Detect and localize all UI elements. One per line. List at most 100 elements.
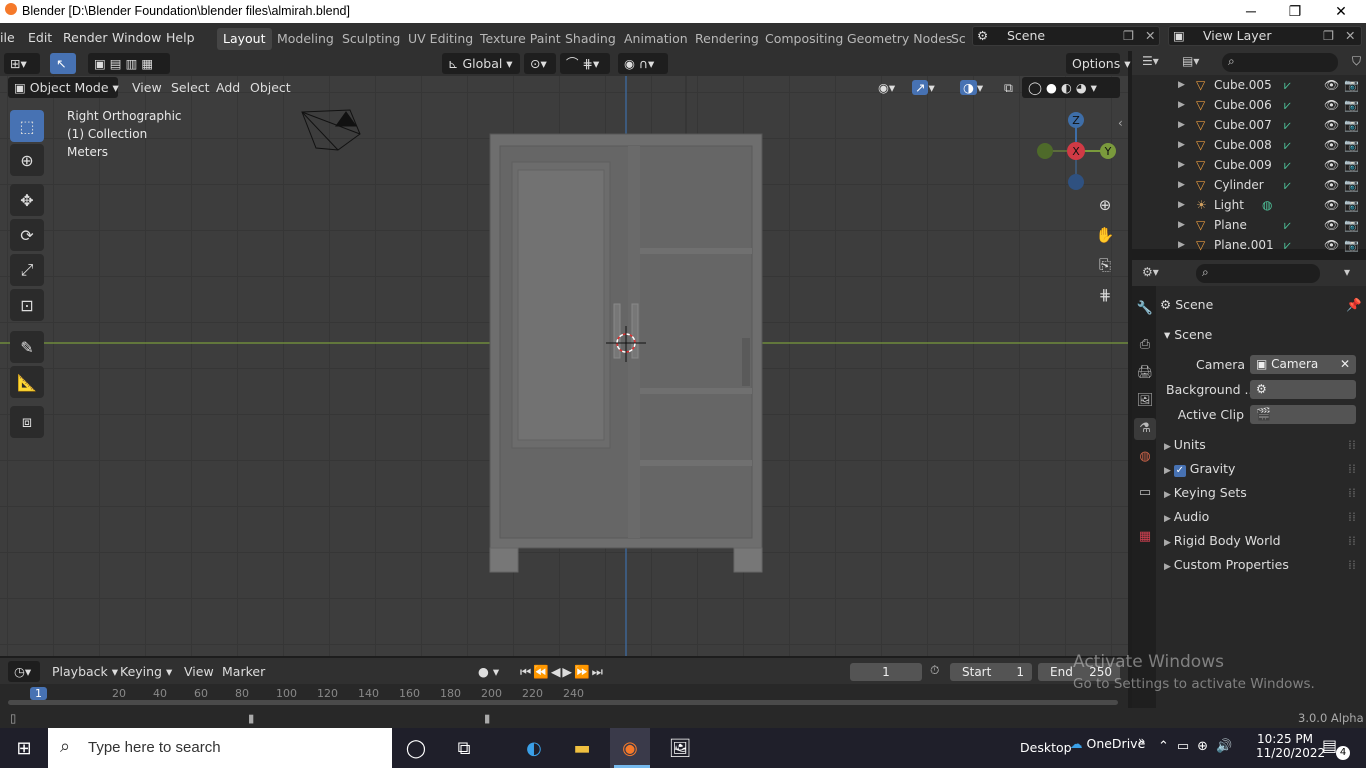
zoom-icon[interactable]: ⊕	[1092, 192, 1118, 218]
remove-view-layer-icon[interactable]: ✕	[1345, 27, 1355, 45]
select-menu[interactable]: Select	[165, 77, 216, 98]
render-camera-icon[interactable]: 📷	[1344, 215, 1359, 235]
mesh-data-icon[interactable]: ⩗	[1284, 215, 1291, 235]
render-camera-icon[interactable]: 📷	[1344, 155, 1359, 175]
panel-rigid-body-world[interactable]: ▶ Rigid Body World ⁞⁞	[1164, 530, 1366, 552]
playback-menu[interactable]: Playback ▾	[46, 661, 124, 682]
tab-uv-editing[interactable]: UV Editing	[407, 28, 474, 50]
editor-type-icon[interactable]: ⊞▾	[4, 53, 40, 74]
visibility-eye-icon[interactable]: 👁	[1324, 195, 1339, 215]
scene-panel-header[interactable]: ▾ Scene	[1164, 324, 1366, 346]
visibility-icon[interactable]: ◉▾	[872, 77, 906, 98]
expand-arrow-icon[interactable]: ▶	[1178, 155, 1185, 175]
playhead-frame[interactable]: 1	[30, 687, 47, 700]
outliner-editor-icon[interactable]: ☰▾	[1142, 54, 1159, 68]
panel-custom-properties[interactable]: ▶ Custom Properties ⁞⁞	[1164, 554, 1366, 576]
system-tray-icons[interactable]: ⌃▭⊕🔊	[1158, 739, 1240, 754]
cortana-icon[interactable]: ◯	[396, 728, 436, 768]
outliner-row[interactable]: ▶ ▽ Cube.005 ⩗ 👁 📷	[1132, 75, 1366, 95]
visibility-eye-icon[interactable]: 👁	[1324, 235, 1339, 255]
clock[interactable]: 10:25 PM 11/20/2022	[1256, 732, 1325, 760]
proportional-edit-icon[interactable]: ◉ ∩▾	[618, 53, 668, 74]
render-camera-icon[interactable]: 📷	[1344, 235, 1359, 255]
tool-tab-icon[interactable]: 🔧	[1134, 298, 1156, 320]
render-camera-icon[interactable]: 📷	[1344, 175, 1359, 195]
camera-view-icon[interactable]: ⎘	[1092, 252, 1118, 278]
current-frame-field[interactable]: 1	[850, 663, 922, 681]
outliner-search-input[interactable]: ⌕	[1222, 53, 1338, 72]
mesh-data-icon[interactable]: ⩗	[1284, 135, 1291, 155]
visibility-eye-icon[interactable]: 👁	[1324, 75, 1339, 95]
measure-tool[interactable]: 📐	[10, 366, 44, 398]
windows-start-icon[interactable]: ⊞	[4, 728, 44, 768]
gizmo-toggle-icon[interactable]: ↗ ▾	[906, 77, 948, 98]
outliner-row[interactable]: ▶ ▽ Cube.006 ⩗ 👁 📷	[1132, 95, 1366, 115]
camera-field[interactable]: ▣ Camera ✕	[1250, 355, 1356, 374]
tab-sculpting[interactable]: Sculpting	[341, 28, 401, 50]
shading-mode-icons[interactable]: ◯ ● ◐ ◕ ▾	[1022, 77, 1120, 98]
view-layer-tab-icon[interactable]: 🖼	[1134, 390, 1156, 412]
sidebar-toggle-icon[interactable]: ‹	[1118, 116, 1123, 130]
drag-handle-icon[interactable]: ⁞⁞	[1348, 434, 1356, 456]
outliner-row[interactable]: ▶ ☀ Light ◍ 👁 📷	[1132, 195, 1366, 215]
tab-geometry-nodes[interactable]: Geometry Nodes	[846, 28, 953, 50]
tab-modeling[interactable]: Modeling	[276, 28, 335, 50]
add-cube-tool[interactable]: ⧈	[10, 406, 44, 438]
drag-handle-icon[interactable]: ⁞⁞	[1348, 482, 1356, 504]
drag-handle-icon[interactable]: ⁞⁞	[1348, 506, 1356, 528]
file-explorer-icon[interactable]: ▬	[562, 728, 602, 768]
display-mode-icon[interactable]: ▤▾	[1182, 54, 1199, 68]
expand-arrow-icon[interactable]: ▶	[1178, 135, 1185, 155]
tab-texture-paint[interactable]: Texture Paint	[479, 28, 562, 50]
edge-icon[interactable]: ◐	[514, 728, 554, 768]
3d-viewport[interactable]: ▣ Object Mode ▾ View Select Add Object ◉…	[0, 76, 1128, 656]
stopwatch-icon[interactable]: ⏱	[930, 663, 939, 678]
object-mode-dropdown[interactable]: ▣ Object Mode ▾	[8, 77, 119, 98]
tab-compositing[interactable]: Compositing	[764, 28, 844, 50]
visibility-eye-icon[interactable]: 👁	[1324, 95, 1339, 115]
clear-camera-icon[interactable]: ✕	[1340, 355, 1350, 374]
playback-controls[interactable]: ⏮⏪◀▶⏩⏭	[514, 661, 636, 682]
keying-menu[interactable]: Keying ▾	[114, 661, 178, 682]
outliner-row[interactable]: ▶ ▽ Cube.009 ⩗ 👁 📷	[1132, 155, 1366, 175]
drag-handle-icon[interactable]: ⁞⁞	[1348, 530, 1356, 552]
transform-orientation[interactable]: ⊾ Global ▾	[442, 53, 520, 74]
visibility-eye-icon[interactable]: 👁	[1324, 175, 1339, 195]
cursor-tool[interactable]: ⊕	[10, 144, 44, 176]
view-layer-selector[interactable]: ▣ View Layer ❐ ✕	[1168, 26, 1362, 46]
minimize-button[interactable]: ─	[1228, 0, 1274, 23]
tab-animation[interactable]: Animation	[623, 28, 689, 50]
record-icon[interactable]: ● ▾	[472, 661, 505, 682]
new-view-layer-icon[interactable]: ❐	[1323, 27, 1334, 45]
properties-editor-icon[interactable]: ⚙▾	[1142, 265, 1159, 279]
pivot-point-icon[interactable]: ⊙▾	[524, 53, 556, 74]
collection-tab-icon[interactable]: ▭	[1134, 482, 1156, 504]
world-tab-icon[interactable]: ◍	[1134, 446, 1156, 468]
annotate-tool[interactable]: ✎	[10, 331, 44, 363]
render-camera-icon[interactable]: 📷	[1344, 95, 1359, 115]
visibility-eye-icon[interactable]: 👁	[1324, 135, 1339, 155]
photos-icon[interactable]: 🖼	[660, 728, 700, 768]
remove-scene-icon[interactable]: ✕	[1145, 27, 1155, 45]
blender-taskbar-icon[interactable]: ◉	[610, 728, 650, 768]
render-camera-icon[interactable]: 📷	[1344, 135, 1359, 155]
options-dropdown[interactable]: Options ▾	[1066, 53, 1130, 74]
filter-icon[interactable]: ⛉	[1352, 54, 1361, 69]
visibility-eye-icon[interactable]: 👁	[1324, 155, 1339, 175]
scene-tab-icon[interactable]: ⚗	[1134, 418, 1156, 440]
panel-gravity[interactable]: ▶ ✓ Gravity ⁞⁞	[1164, 458, 1366, 480]
desktop-toolbar[interactable]: Desktop	[1020, 740, 1072, 755]
pan-hand-icon[interactable]: ✋	[1092, 222, 1118, 248]
outliner-row[interactable]: ▶ ▽ Cylinder ⩗ 👁 📷	[1132, 175, 1366, 195]
menu-window[interactable]: Window	[112, 28, 161, 48]
expand-arrow-icon[interactable]: ▶	[1178, 115, 1185, 135]
tab-shading[interactable]: Shading	[564, 28, 617, 50]
tab-rendering[interactable]: Rendering	[694, 28, 760, 50]
visibility-eye-icon[interactable]: 👁	[1324, 215, 1339, 235]
selection-mode-icons[interactable]: ▣ ▤ ▥ ▦	[88, 53, 170, 74]
expand-arrow-icon[interactable]: ▶	[1178, 235, 1185, 255]
render-camera-icon[interactable]: 📷	[1344, 115, 1359, 135]
scene-selector[interactable]: ⚙ Scene ❐ ✕	[972, 26, 1160, 46]
maximize-button[interactable]: ❐	[1272, 0, 1318, 23]
mesh-data-icon[interactable]: ⩗	[1284, 175, 1291, 195]
